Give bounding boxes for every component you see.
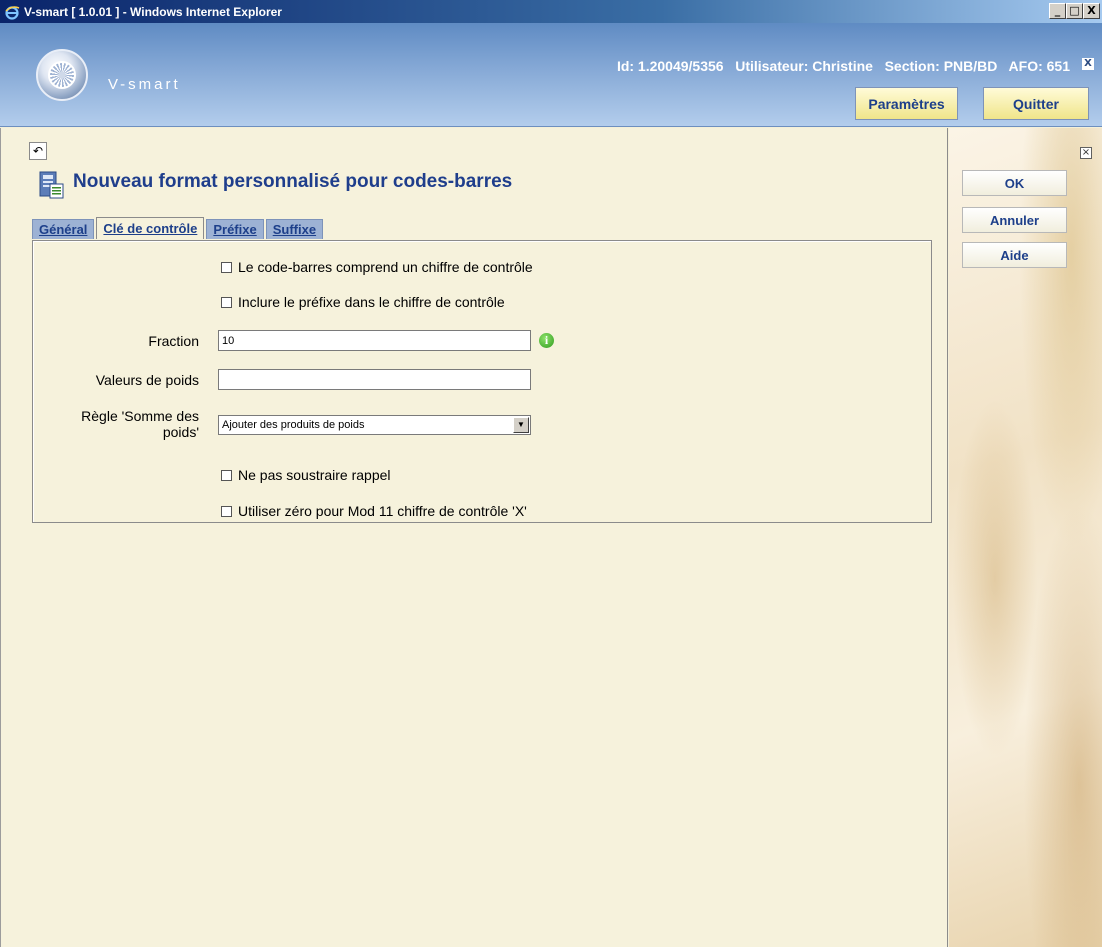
page-title: Nouveau format personnalisé pour codes-b…	[73, 171, 513, 192]
no-subtract-checkbox[interactable]	[221, 469, 232, 481]
tab-prefix[interactable]: Préfixe	[206, 219, 264, 239]
include-prefix-label: Inclure le préfixe dans le chiffre de co…	[238, 294, 505, 310]
main-content: ↶ Nouveau format personnalisé pour codes…	[0, 128, 948, 947]
mod11-label: Utiliser zéro pour Mod 11 chiffre de con…	[238, 503, 527, 519]
tab-bar: Général Clé de contrôle Préfixe Suffixe	[32, 217, 324, 239]
check-digit-checkbox[interactable]	[221, 261, 232, 273]
check-digit-label: Le code-barres comprend un chiffre de co…	[238, 259, 533, 275]
include-prefix-row: Inclure le préfixe dans le chiffre de co…	[221, 294, 505, 310]
maximize-button[interactable]: □	[1066, 3, 1083, 19]
back-icon[interactable]: ↶	[29, 142, 47, 160]
session-close-icon[interactable]: X	[1082, 58, 1094, 70]
check-digit-row: Le code-barres comprend un chiffre de co…	[221, 259, 533, 275]
app-header: V-smart Id: 1.20049/5356 Utilisateur: Ch…	[0, 23, 1102, 127]
sum-rule-selected: Ajouter des produits de poids	[222, 419, 365, 431]
tab-control-key[interactable]: Clé de contrôle	[96, 217, 205, 239]
no-subtract-row: Ne pas soustraire rappel	[221, 467, 391, 483]
action-sidebar: × OK Annuler Aide	[949, 128, 1102, 947]
info-icon[interactable]: i	[539, 333, 554, 348]
quit-button[interactable]: Quitter	[983, 87, 1089, 120]
sum-rule-select[interactable]: Ajouter des produits de poids ▼	[218, 415, 531, 435]
barcode-format-icon	[39, 170, 65, 200]
weights-input[interactable]	[218, 369, 531, 390]
include-prefix-checkbox[interactable]	[221, 296, 232, 308]
internet-explorer-icon	[4, 4, 20, 20]
close-window-button[interactable]: X	[1083, 3, 1100, 19]
tab-general[interactable]: Général	[32, 219, 95, 239]
dropdown-arrow-icon[interactable]: ▼	[513, 417, 529, 433]
window-controls: _ □ X	[1049, 3, 1100, 19]
window-title: V-smart [ 1.0.01 ] - Windows Internet Ex…	[24, 4, 282, 19]
close-icon[interactable]: ×	[1080, 147, 1092, 159]
weights-label: Valeurs de poids	[95, 372, 199, 388]
ok-button[interactable]: OK	[962, 170, 1067, 196]
help-button[interactable]: Aide	[962, 242, 1067, 268]
session-info: Id: 1.20049/5356 Utilisateur: Christine …	[616, 58, 1070, 74]
tab-suffix[interactable]: Suffixe	[265, 219, 324, 239]
vsmart-logo-icon	[36, 49, 88, 101]
control-key-panel: Le code-barres comprend un chiffre de co…	[32, 240, 932, 523]
minimize-button[interactable]: _	[1049, 3, 1066, 19]
window-titlebar: V-smart [ 1.0.01 ] - Windows Internet Ex…	[0, 0, 1102, 23]
fraction-label: Fraction	[148, 333, 199, 349]
mod11-row: Utiliser zéro pour Mod 11 chiffre de con…	[221, 503, 527, 519]
app-name: V-smart	[108, 76, 181, 93]
parameters-button[interactable]: Paramètres	[855, 87, 958, 120]
mod11-checkbox[interactable]	[221, 505, 232, 517]
fraction-input[interactable]	[218, 330, 531, 351]
no-subtract-label: Ne pas soustraire rappel	[238, 467, 391, 483]
cancel-button[interactable]: Annuler	[962, 207, 1067, 233]
sum-rule-label: Règle 'Somme des poids'	[81, 408, 199, 440]
